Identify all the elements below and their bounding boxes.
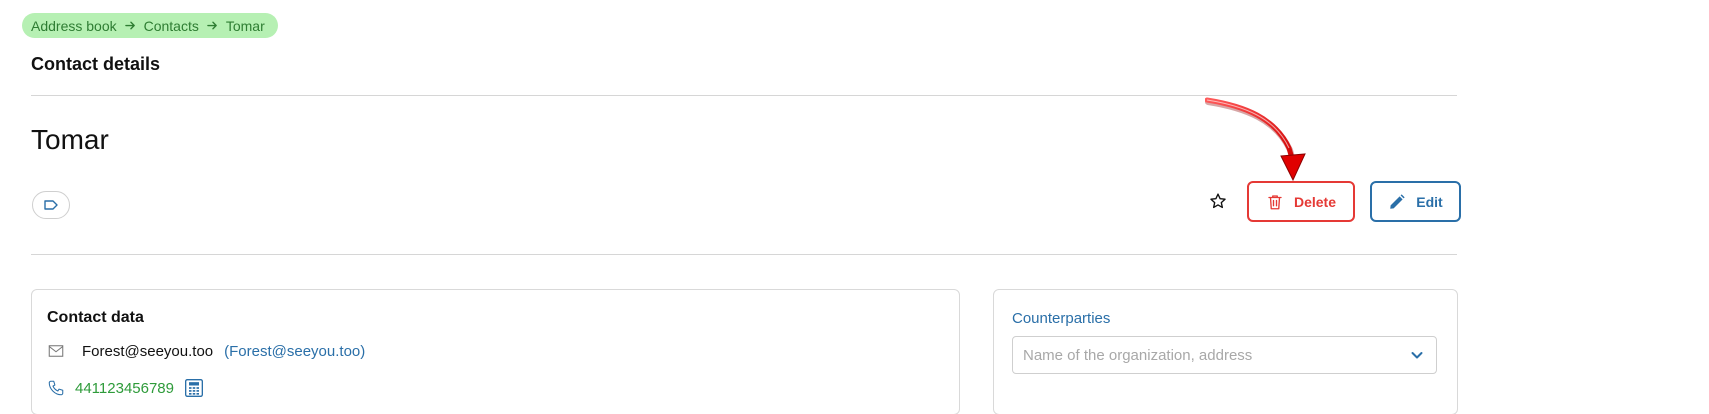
page-title: Contact details: [31, 54, 161, 74]
arrow-right-icon: [124, 20, 136, 31]
email-alias: (Forest@seeyou.too): [224, 342, 366, 360]
contact-data-card: Contact data Forest@seeyou.too (Forest@s…: [31, 289, 960, 414]
favorite-button[interactable]: [1207, 190, 1229, 212]
divider: [31, 95, 1457, 96]
email-address[interactable]: Forest@seeyou.too: [82, 343, 213, 360]
page: Address book Contacts Tomar Contact deta…: [0, 0, 1709, 414]
envelope-icon: [47, 342, 65, 360]
phone-book-icon[interactable]: [184, 378, 204, 398]
phone-icon: [47, 379, 65, 397]
counterparties-card: Counterparties Name of the organization,…: [993, 289, 1458, 414]
breadcrumb: Address book Contacts Tomar: [22, 13, 278, 38]
annotation-arrow: [1205, 97, 1306, 182]
counterparties-label: Counterparties: [1012, 310, 1111, 327]
breadcrumb-item-current: Tomar: [225, 17, 265, 34]
breadcrumb-item-contacts[interactable]: Contacts: [144, 18, 199, 34]
email-row: Forest@seeyou.too (Forest@seeyou.too): [47, 342, 365, 360]
trash-icon: [1266, 193, 1284, 211]
phone-number[interactable]: 441123456789: [75, 380, 174, 397]
edit-button-label: Edit: [1416, 193, 1443, 210]
edit-button[interactable]: Edit: [1370, 181, 1461, 222]
pencil-icon: [1388, 193, 1406, 211]
breadcrumb-item-address-book[interactable]: Address book: [31, 18, 117, 34]
delete-button-label: Delete: [1293, 193, 1337, 210]
arrow-right-icon: [207, 20, 218, 31]
phone-row: 441123456789: [47, 378, 204, 398]
star-outline-icon: [1209, 192, 1227, 210]
chevron-down-icon: [1410, 348, 1424, 362]
tag-button[interactable]: [32, 191, 70, 219]
delete-button[interactable]: Delete: [1247, 181, 1355, 222]
counterparties-placeholder: Name of the organization, address: [1023, 346, 1253, 364]
contact-name: Tomar: [31, 124, 109, 155]
contact-data-title: Contact data: [47, 309, 144, 326]
divider: [31, 254, 1457, 255]
counterparties-select[interactable]: Name of the organization, address: [1012, 336, 1437, 374]
tag-icon: [43, 199, 59, 211]
